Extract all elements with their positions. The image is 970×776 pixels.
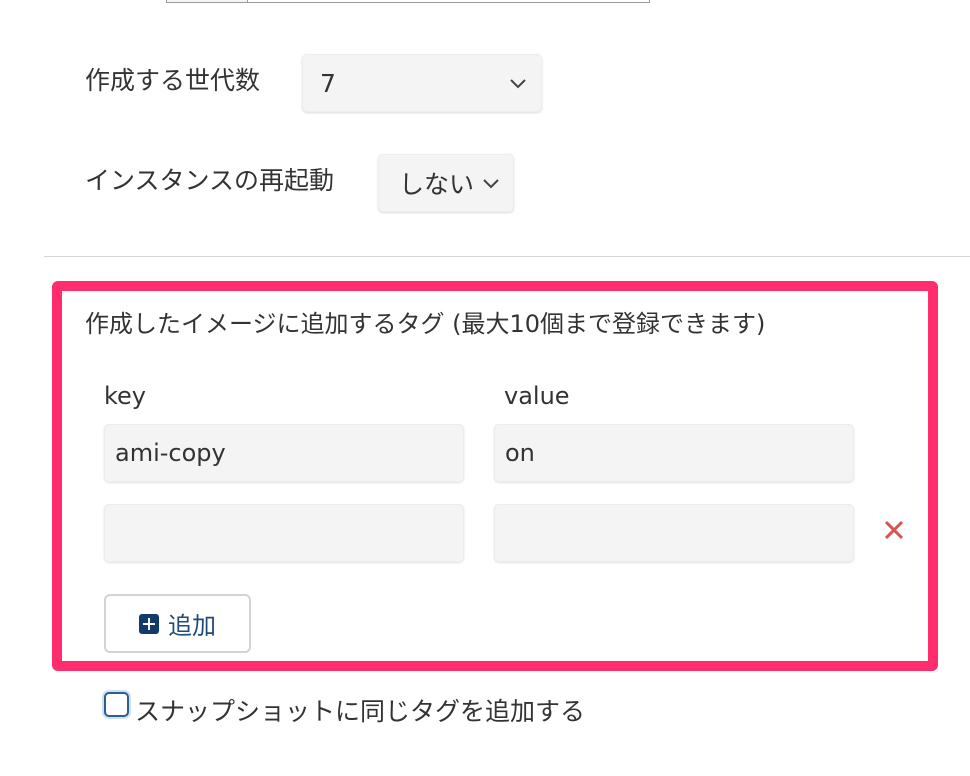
close-icon[interactable] bbox=[883, 519, 905, 541]
tag-key-input[interactable]: ami-copy bbox=[104, 424, 464, 482]
reboot-label: インスタンスの再起動 bbox=[85, 166, 335, 195]
generations-select[interactable]: 7 bbox=[302, 54, 542, 112]
reboot-select-value: しない bbox=[399, 170, 475, 199]
tag-value-input[interactable] bbox=[494, 504, 854, 562]
generations-select-value: 7 bbox=[320, 68, 336, 98]
plus-icon bbox=[139, 613, 159, 634]
snapshot-tag-checkbox-label[interactable]: スナップショットに同じタグを追加する bbox=[135, 692, 585, 728]
tag-key-input[interactable] bbox=[104, 504, 464, 562]
chevron-down-icon bbox=[509, 78, 527, 89]
section-divider bbox=[44, 256, 970, 257]
tags-section-title: 作成したイメージに追加するタグ (最大10個まで登録できます) bbox=[85, 310, 766, 338]
generations-label: 作成する世代数 bbox=[85, 66, 261, 95]
snapshot-tag-checkbox[interactable] bbox=[104, 692, 129, 717]
value-column-header: value bbox=[504, 382, 570, 410]
tag-value-input[interactable]: on bbox=[494, 424, 854, 482]
key-column-header: key bbox=[104, 382, 147, 410]
previous-input-segment bbox=[167, 0, 248, 2]
previous-input-field[interactable] bbox=[166, 0, 650, 3]
reboot-select[interactable]: しない bbox=[378, 154, 514, 212]
chevron-down-icon bbox=[482, 178, 500, 189]
add-tag-button[interactable]: 追加 bbox=[104, 594, 251, 653]
add-button-label: 追加 bbox=[168, 612, 216, 640]
